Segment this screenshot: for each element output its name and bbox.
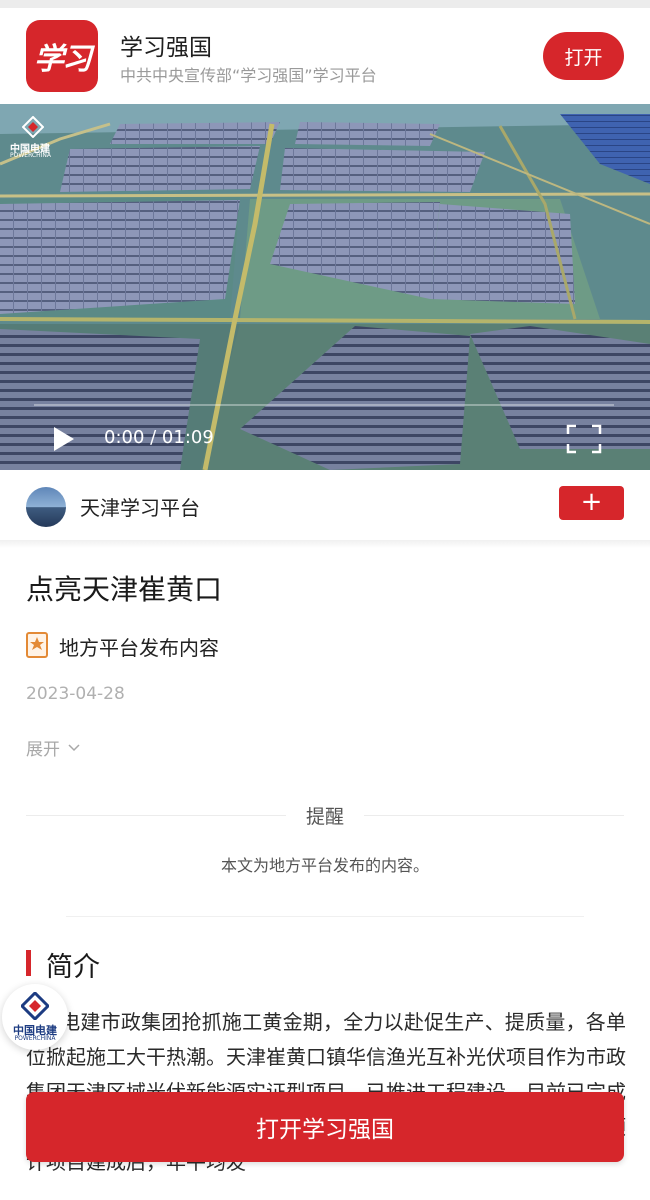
publish-date: 2023-04-28 [26, 684, 125, 704]
powerchina-logo-icon [22, 116, 44, 138]
status-strip [0, 0, 650, 8]
play-icon[interactable] [52, 426, 76, 452]
source-bar-shadow [0, 540, 650, 548]
app-title: 学习强国 [120, 35, 212, 61]
fullscreen-icon[interactable] [566, 424, 602, 454]
source-bar: 天津学习平台 + [0, 470, 650, 540]
app-subtitle: 中共中央宣传部“学习强国”学习平台 [120, 66, 377, 85]
video-frame-solar-farm [0, 104, 650, 470]
follow-button[interactable]: + [559, 486, 624, 520]
video-progress-bar[interactable] [34, 404, 614, 406]
notice-divider-right [364, 815, 624, 816]
floating-powerchina-logo[interactable]: 中国电建 POWERCHINA [2, 984, 68, 1050]
section-accent-bar [26, 950, 31, 976]
chevron-down-icon [68, 743, 80, 751]
open-xuexi-button[interactable]: 打开学习强国 [26, 1092, 624, 1162]
local-platform-badge-icon [26, 632, 48, 658]
video-time: 0:00 / 01:09 [104, 427, 214, 448]
expand-toggle[interactable]: 展开 [26, 735, 80, 760]
powerchina-logo-icon [21, 992, 49, 1020]
article-title: 点亮天津崔黄口 [26, 573, 223, 606]
open-app-button[interactable]: 打开 [543, 32, 624, 80]
app-download-banner: 学习 学习强国 中共中央宣传部“学习强国”学习平台 打开 [0, 8, 650, 104]
video-player[interactable]: 中国电建 POWERCHINA 0:00 / 01:09 [0, 104, 650, 470]
powerchina-watermark: 中国电建 POWERCHINA [10, 116, 58, 162]
local-platform-badge: 地方平台发布内容 [59, 636, 219, 660]
notice-body: 本文为地方平台发布的内容。 [220, 856, 429, 875]
app-logo: 学习 [26, 20, 98, 92]
source-name[interactable]: 天津学习平台 [80, 492, 200, 521]
section-title: 简介 [46, 952, 100, 983]
section-divider [66, 916, 584, 917]
source-avatar[interactable] [26, 487, 66, 527]
